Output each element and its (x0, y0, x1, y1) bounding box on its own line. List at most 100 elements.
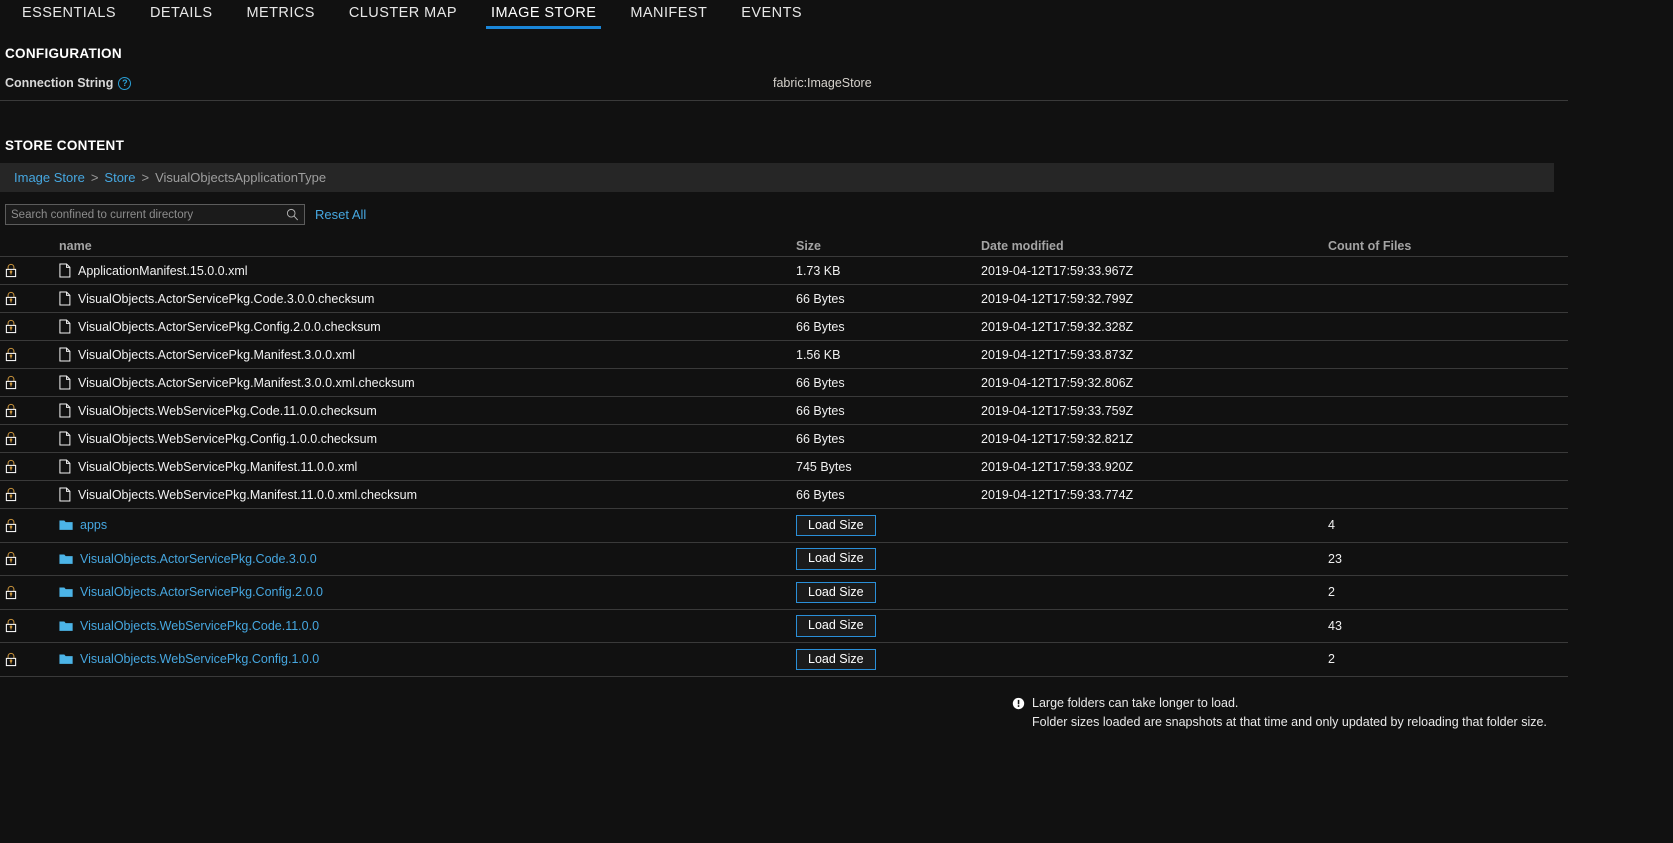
cell-lock (0, 585, 59, 600)
load-size-button[interactable]: Load Size (796, 581, 876, 603)
cell-date-modified: 2019-04-12T17:59:32.328Z (981, 319, 1134, 334)
cell-name: apps (59, 518, 796, 532)
table-row[interactable]: VisualObjects.WebServicePkg.Config.1.0.0… (0, 643, 1568, 677)
cell-count-of-files: 23 (1328, 551, 1342, 566)
cell-lock (0, 459, 59, 474)
breadcrumb-separator: > (90, 170, 99, 185)
folder-icon (59, 621, 73, 631)
tab-cluster-map[interactable]: CLUSTER MAP (332, 0, 474, 33)
file-name-label: VisualObjects.ActorServicePkg.Code.3.0.0… (78, 291, 375, 306)
store-content-table: name Size Date modified Count of Files A… (0, 232, 1568, 677)
table-row[interactable]: VisualObjects.WebServicePkg.Manifest.11.… (0, 453, 1568, 481)
cell-date-modified: 2019-04-12T17:59:33.920Z (981, 459, 1134, 474)
file-name-label: VisualObjects.ActorServicePkg.Manifest.3… (78, 347, 355, 362)
cell-lock (0, 487, 59, 502)
folder-name-link[interactable]: VisualObjects.WebServicePkg.Code.11.0.0 (80, 619, 319, 633)
table-row[interactable]: VisualObjects.ActorServicePkg.Code.3.0.0… (0, 285, 1568, 313)
table-row[interactable]: VisualObjects.ActorServicePkg.Config.2.0… (0, 576, 1568, 610)
lock-icon (5, 291, 17, 306)
cell-name: VisualObjects.ActorServicePkg.Manifest.3… (59, 347, 796, 362)
cell-lock (0, 551, 59, 566)
file-name-label: ApplicationManifest.15.0.0.xml (78, 263, 248, 278)
tab-label: METRICS (246, 5, 315, 21)
cell-name: VisualObjects.WebServicePkg.Code.11.0.0.… (59, 403, 796, 418)
table-row[interactable]: VisualObjects.WebServicePkg.Code.11.0.0 L… (0, 610, 1568, 643)
column-header-size: Size (796, 239, 822, 253)
note-text-1: Large folders can take longer to load. (1032, 696, 1239, 710)
tab-image-store[interactable]: IMAGE STORE (474, 0, 613, 33)
tab-metrics[interactable]: METRICS (229, 0, 331, 33)
table-row[interactable]: VisualObjects.ActorServicePkg.Config.2.0… (0, 313, 1568, 341)
size-value: 66 Bytes (796, 375, 845, 390)
tab-details[interactable]: DETAILS (133, 0, 230, 33)
search-input[interactable] (6, 205, 276, 224)
file-name-label: VisualObjects.WebServicePkg.Config.1.0.0… (78, 431, 377, 446)
table-row[interactable]: VisualObjects.ActorServicePkg.Manifest.3… (0, 341, 1568, 369)
load-size-button[interactable]: Load Size (796, 514, 876, 536)
table-row[interactable]: VisualObjects.ActorServicePkg.Code.3.0.0… (0, 543, 1568, 576)
table-row[interactable]: VisualObjects.ActorServicePkg.Manifest.3… (0, 369, 1568, 397)
tab-active-underline (241, 26, 319, 29)
cell-date-modified: 2019-04-12T17:59:33.759Z (981, 403, 1134, 418)
cell-size: 66 Bytes (796, 292, 981, 306)
cell-date-modified: 2019-04-12T17:59:32.799Z (981, 291, 1134, 306)
tab-manifest[interactable]: MANIFEST (613, 0, 724, 33)
tab-essentials[interactable]: ESSENTIALS (5, 0, 133, 33)
cell-name: VisualObjects.ActorServicePkg.Code.3.0.0… (59, 291, 796, 306)
load-size-button[interactable]: Load Size (796, 548, 876, 570)
footer-notes: Large folders can take longer to load. F… (1012, 694, 1547, 732)
file-name-label: VisualObjects.WebServicePkg.Manifest.11.… (78, 459, 358, 474)
column-header-date-modified: Date modified (981, 239, 1064, 253)
cell-size: 66 Bytes (796, 404, 981, 418)
lock-icon (5, 518, 17, 532)
tab-label: IMAGE STORE (490, 5, 597, 21)
file-name-label: VisualObjects.WebServicePkg.Code.11.0.0.… (78, 403, 377, 418)
cell-size: 1.56 KB (796, 348, 981, 362)
cell-name: VisualObjects.WebServicePkg.Config.1.0.0 (59, 652, 796, 666)
connection-string-row: Connection String ? fabric:ImageStore (0, 74, 1568, 101)
tab-events[interactable]: EVENTS (724, 0, 819, 33)
table-row[interactable]: ApplicationManifest.15.0.0.xml 1.73 KB 201… (0, 257, 1568, 285)
connection-string-label: Connection String ? (5, 76, 132, 90)
store-content-section-title: STORE CONTENT (5, 138, 125, 153)
load-size-button[interactable]: Load Size (796, 615, 876, 637)
folder-name-link[interactable]: VisualObjects.WebServicePkg.Config.1.0.0 (80, 652, 319, 666)
lock-icon (5, 619, 17, 633)
lock-icon (5, 652, 17, 666)
search-icon[interactable] (286, 208, 299, 221)
tab-active-underline (145, 26, 218, 29)
folder-name-link[interactable]: VisualObjects.ActorServicePkg.Config.2.0… (80, 585, 323, 599)
cell-lock (0, 518, 59, 533)
table-row[interactable]: apps Load Size 4 (0, 509, 1568, 543)
tab-label: EVENTS (741, 5, 803, 21)
cell-size: 66 Bytes (796, 488, 981, 502)
question-mark-icon[interactable]: ? (118, 76, 132, 90)
breadcrumb-link[interactable]: Image Store (14, 170, 85, 185)
cell-lock (0, 652, 59, 667)
tab-active-underline (344, 26, 462, 29)
breadcrumb-link[interactable]: Store (104, 170, 135, 185)
table-row[interactable]: VisualObjects.WebServicePkg.Code.11.0.0.… (0, 397, 1568, 425)
table-header-row: name Size Date modified Count of Files (0, 232, 1568, 257)
folder-icon (59, 554, 73, 564)
table-row[interactable]: VisualObjects.WebServicePkg.Manifest.11.… (0, 481, 1568, 509)
search-box[interactable] (5, 204, 305, 225)
cell-count-of-files: 2 (1328, 652, 1335, 667)
cell-size: Load Size (796, 648, 981, 670)
configuration-section-title: CONFIGURATION (5, 46, 122, 61)
load-size-button[interactable]: Load Size (796, 648, 876, 670)
cell-name: VisualObjects.WebServicePkg.Manifest.11.… (59, 487, 796, 502)
file-icon (59, 375, 71, 390)
folder-icon (59, 587, 73, 598)
reset-all-button[interactable]: Reset All (315, 207, 366, 222)
folder-name-link[interactable]: apps (80, 518, 107, 532)
lock-icon (5, 375, 17, 390)
file-icon (59, 403, 71, 418)
table-row[interactable]: VisualObjects.WebServicePkg.Config.1.0.0… (0, 425, 1568, 453)
folder-name-link[interactable]: VisualObjects.ActorServicePkg.Code.3.0.0 (80, 552, 317, 566)
tab-label: MANIFEST (630, 5, 708, 21)
cell-date-modified: 2019-04-12T17:59:33.774Z (981, 487, 1134, 502)
tab-label: ESSENTIALS (22, 5, 116, 21)
cell-lock (0, 375, 59, 390)
lock-icon (5, 431, 17, 446)
